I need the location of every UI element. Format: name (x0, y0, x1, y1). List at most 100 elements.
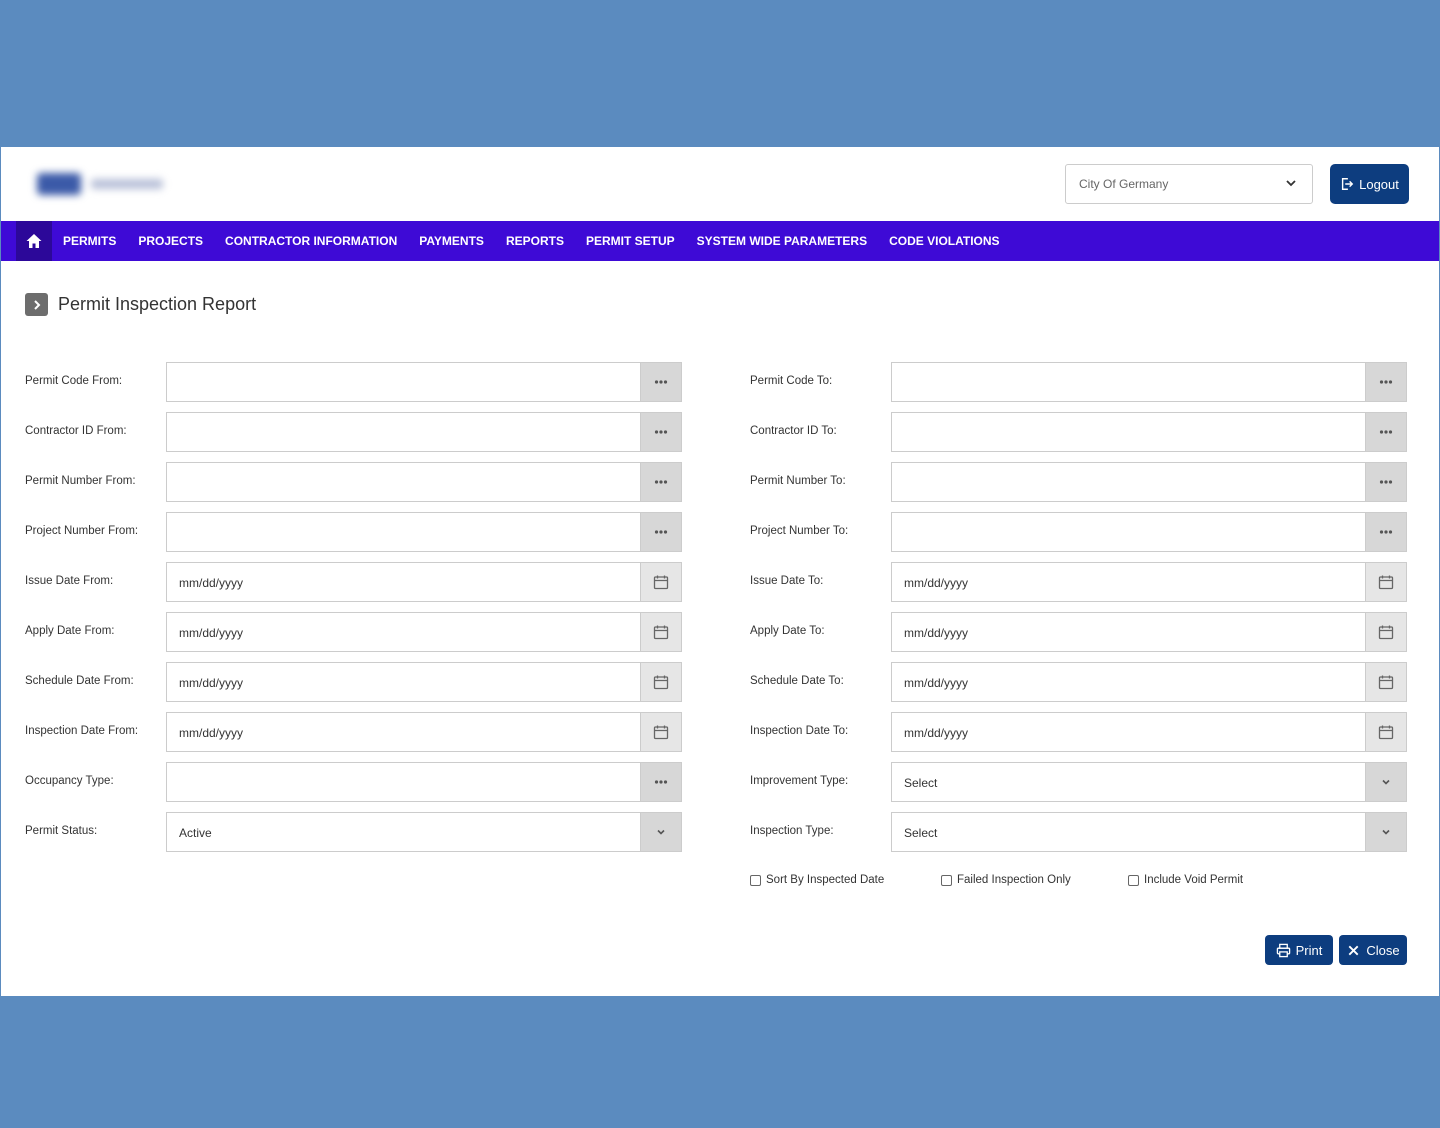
issue-date-from-label: Issue Date From: (25, 575, 114, 587)
apply-date-to-label: Apply Date To: (750, 625, 825, 637)
occupancy-type-input[interactable] (166, 762, 682, 802)
nav-item-payments[interactable]: PAYMENTS (419, 234, 484, 248)
city-select-value: City Of Germany (1079, 177, 1169, 191)
calendar-icon[interactable] (1365, 563, 1406, 601)
options-checkboxes: Sort By Inspected Date Failed Inspection… (750, 874, 1410, 890)
ellipsis-icon[interactable] (1365, 363, 1406, 401)
inspection-type-label: Inspection Type: (750, 825, 834, 837)
contractor-id-to-input[interactable] (891, 412, 1407, 452)
calendar-icon[interactable] (640, 613, 681, 651)
calendar-icon[interactable] (640, 563, 681, 601)
ellipsis-icon[interactable] (1365, 513, 1406, 551)
chevron-down-icon[interactable] (640, 813, 681, 851)
permit-code-to-label: Permit Code To: (750, 375, 833, 387)
ellipsis-icon[interactable] (640, 413, 681, 451)
company-logo (33, 169, 173, 199)
apply-date-from-value: mm/dd/yyyy (179, 626, 244, 640)
schedule-date-from-value: mm/dd/yyyy (179, 676, 244, 690)
schedule-date-from-label: Schedule Date From: (25, 675, 134, 687)
nav-item-code-violations[interactable]: CODE VIOLATIONS (889, 234, 999, 248)
nav-item-permits[interactable]: PERMITS (63, 234, 116, 248)
ellipsis-icon[interactable] (640, 463, 681, 501)
project-number-from-input[interactable] (166, 512, 682, 552)
permit-number-to-input[interactable] (891, 462, 1407, 502)
home-button[interactable] (16, 221, 52, 261)
chevron-right-icon (25, 293, 48, 316)
nav-item-contractor-information[interactable]: CONTRACTOR INFORMATION (225, 234, 397, 248)
ellipsis-icon[interactable] (640, 513, 681, 551)
app-window: City Of Germany Logout PERMITS PROJECTS … (1, 147, 1439, 996)
permit-code-from-label: Permit Code From: (25, 375, 123, 387)
calendar-icon[interactable] (640, 713, 681, 751)
permit-status-value: Active (179, 826, 212, 840)
home-icon (26, 234, 42, 248)
sort-by-inspected-date-checkbox[interactable]: Sort By Inspected Date (750, 874, 884, 886)
permit-code-to-input[interactable] (891, 362, 1407, 402)
city-select[interactable]: City Of Germany (1065, 164, 1313, 204)
inspection-date-to-value: mm/dd/yyyy (904, 726, 969, 740)
schedule-date-to-input[interactable]: mm/dd/yyyy (891, 662, 1407, 702)
checkbox-box[interactable] (1128, 874, 1139, 886)
permit-number-from-label: Permit Number From: (25, 475, 136, 487)
ellipsis-icon[interactable] (640, 763, 681, 801)
calendar-icon[interactable] (1365, 713, 1406, 751)
nav-item-permit-setup[interactable]: PERMIT SETUP (586, 234, 675, 248)
inspection-date-to-input[interactable]: mm/dd/yyyy (891, 712, 1407, 752)
inspection-type-value: Select (904, 826, 938, 840)
project-number-to-input[interactable] (891, 512, 1407, 552)
printer-icon (1276, 943, 1290, 957)
checkbox-box[interactable] (941, 874, 952, 886)
contractor-id-from-label: Contractor ID From: (25, 425, 127, 437)
chevron-down-icon[interactable] (1365, 763, 1406, 801)
failed-inspection-only-checkbox[interactable]: Failed Inspection Only (941, 874, 1071, 886)
page-header: Permit Inspection Report (25, 293, 256, 316)
improvement-type-label: Improvement Type: (750, 775, 849, 787)
issue-date-to-input[interactable]: mm/dd/yyyy (891, 562, 1407, 602)
permit-number-to-label: Permit Number To: (750, 475, 846, 487)
print-label: Print (1295, 942, 1323, 958)
nav-item-system-wide-parameters[interactable]: SYSTEM WIDE PARAMETERS (697, 234, 867, 248)
ellipsis-icon[interactable] (640, 363, 681, 401)
close-button[interactable]: Close (1339, 935, 1407, 965)
checkbox-box[interactable] (750, 874, 761, 886)
calendar-icon[interactable] (1365, 613, 1406, 651)
apply-date-from-input[interactable]: mm/dd/yyyy (166, 612, 682, 652)
project-number-from-label: Project Number From: (25, 525, 139, 537)
ellipsis-icon[interactable] (1365, 463, 1406, 501)
contractor-id-from-input[interactable] (166, 412, 682, 452)
calendar-icon[interactable] (1365, 663, 1406, 701)
permit-status-label: Permit Status: (25, 825, 98, 837)
print-button[interactable]: Print (1265, 935, 1333, 965)
issue-date-from-value: mm/dd/yyyy (179, 576, 244, 590)
page-title: Permit Inspection Report (58, 294, 257, 314)
schedule-date-to-value: mm/dd/yyyy (904, 676, 969, 690)
logout-label: Logout (1359, 176, 1399, 192)
logout-button[interactable]: Logout (1330, 164, 1409, 204)
main-nav: PERMITS PROJECTS CONTRACTOR INFORMATION … (1, 221, 1439, 261)
nav-item-projects[interactable]: PROJECTS (138, 234, 203, 248)
chevron-down-icon[interactable] (1365, 813, 1406, 851)
ellipsis-icon[interactable] (1365, 413, 1406, 451)
improvement-type-select[interactable]: Select (891, 762, 1407, 802)
schedule-date-from-input[interactable]: mm/dd/yyyy (166, 662, 682, 702)
apply-date-from-label: Apply Date From: (25, 625, 115, 637)
inspection-date-from-label: Inspection Date From: (25, 725, 139, 737)
improvement-type-value: Select (904, 776, 938, 790)
issue-date-to-value: mm/dd/yyyy (904, 576, 969, 590)
inspection-date-from-input[interactable]: mm/dd/yyyy (166, 712, 682, 752)
inspection-date-from-value: mm/dd/yyyy (179, 726, 244, 740)
occupancy-type-label: Occupancy Type: (25, 775, 114, 787)
issue-date-from-input[interactable]: mm/dd/yyyy (166, 562, 682, 602)
logout-icon (1342, 178, 1354, 190)
contractor-id-to-label: Contractor ID To: (750, 425, 837, 437)
permit-number-from-input[interactable] (166, 462, 682, 502)
inspection-type-select[interactable]: Select (891, 812, 1407, 852)
nav-item-reports[interactable]: REPORTS (506, 234, 564, 248)
include-void-permit-checkbox[interactable]: Include Void Permit (1128, 874, 1243, 886)
close-label: Close (1366, 942, 1400, 958)
apply-date-to-input[interactable]: mm/dd/yyyy (891, 612, 1407, 652)
project-number-to-label: Project Number To: (750, 525, 849, 537)
permit-status-select[interactable]: Active (166, 812, 682, 852)
calendar-icon[interactable] (640, 663, 681, 701)
permit-code-from-input[interactable] (166, 362, 682, 402)
